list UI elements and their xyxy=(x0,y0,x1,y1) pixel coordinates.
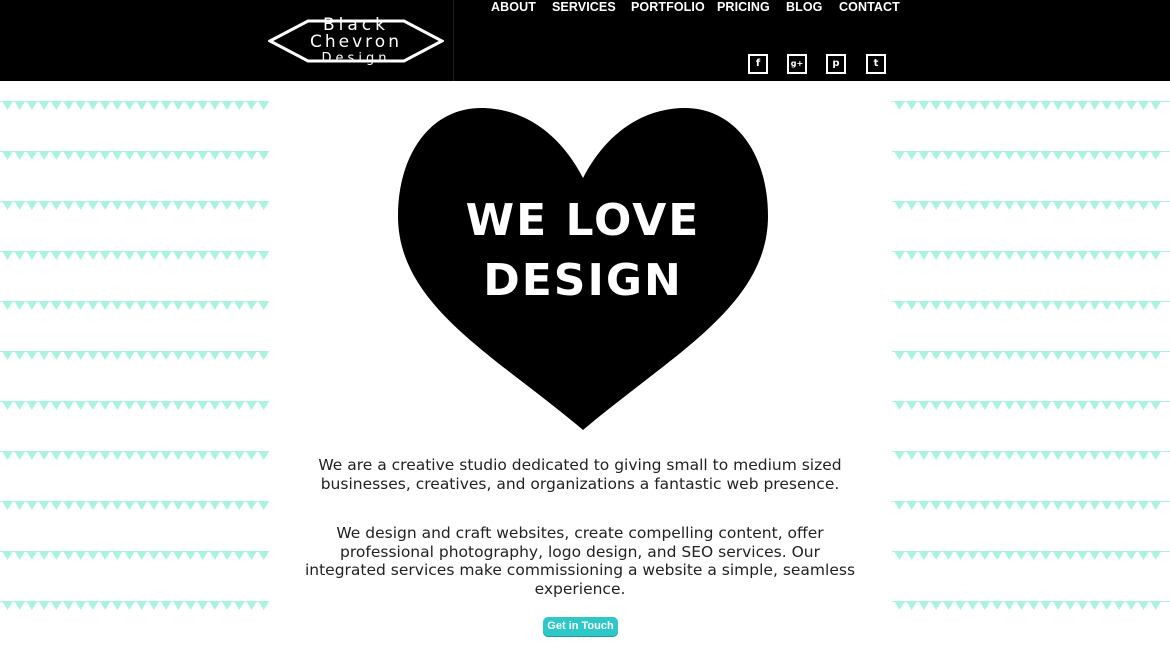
intro-paragraph-1: We are a creative studio dedicated to gi… xyxy=(318,456,842,493)
nav-services[interactable]: SERVICES xyxy=(552,0,616,14)
nav-blog[interactable]: BLOG xyxy=(786,0,823,14)
get-in-touch-button[interactable]: Get in Touch xyxy=(543,617,618,636)
bunting-pattern-right xyxy=(892,81,1170,650)
facebook-icon: f xyxy=(755,58,761,69)
bunting-triangles xyxy=(892,101,1170,610)
twitter-button[interactable]: t xyxy=(866,54,886,74)
nav-contact[interactable]: CONTACT xyxy=(839,0,900,14)
logo-line-2: Chevron xyxy=(310,32,402,52)
hero-title-line-2: DESIGN xyxy=(483,255,683,306)
nav-about[interactable]: ABOUT xyxy=(491,0,536,14)
bunting-triangles xyxy=(0,101,270,610)
header-divider xyxy=(453,0,454,81)
google-plus-button[interactable]: g+ xyxy=(787,54,807,74)
pinterest-button[interactable]: p xyxy=(826,54,846,74)
intro-paragraph-2: We design and craft websites, create com… xyxy=(304,524,856,598)
logo-line-3: Design xyxy=(321,51,391,66)
nav-pricing[interactable]: PRICING xyxy=(717,0,770,14)
google-plus-icon: g+ xyxy=(790,59,804,68)
site-logo[interactable]: Black Chevron Design xyxy=(268,12,444,70)
site-header: Black Chevron Design ABOUT SERVICES PORT… xyxy=(0,0,1170,81)
hero-heart: WE LOVE DESIGN xyxy=(396,106,770,432)
pinterest-icon: p xyxy=(832,58,840,69)
bunting-pattern-left xyxy=(0,81,278,650)
hero-title-line-1: WE LOVE xyxy=(465,195,701,246)
twitter-icon: t xyxy=(873,58,879,69)
nav-portfolio[interactable]: PORTFOLIO xyxy=(631,0,705,14)
facebook-button[interactable]: f xyxy=(748,54,768,74)
